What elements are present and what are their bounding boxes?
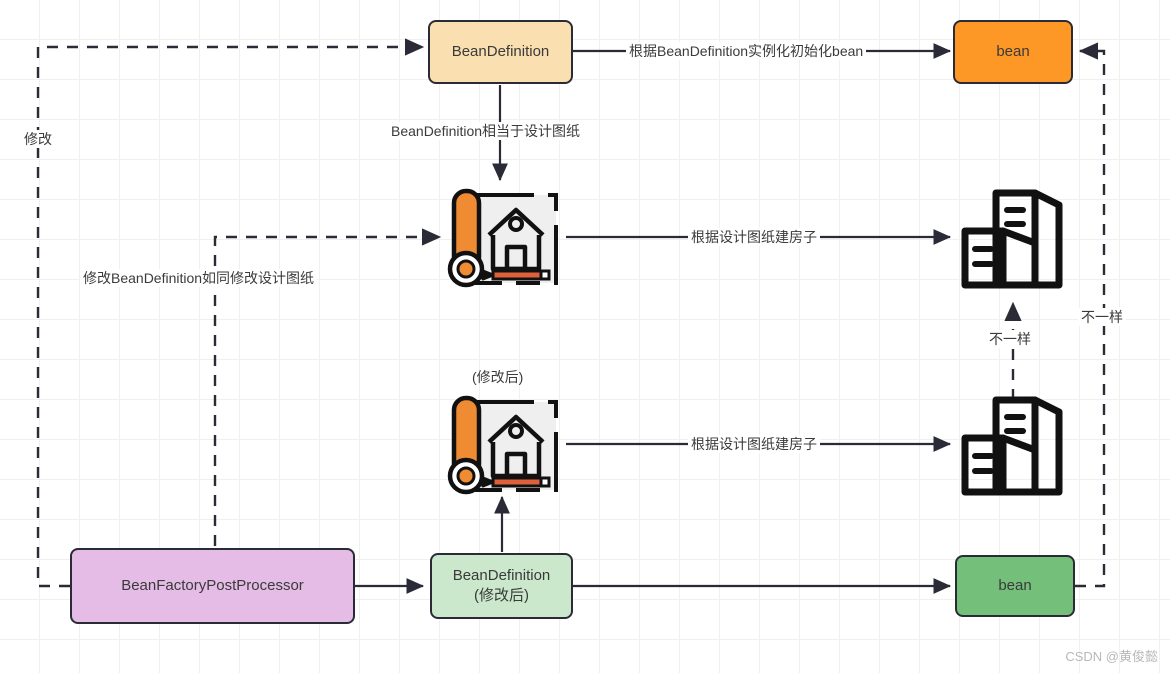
building-icon [955, 183, 1073, 295]
blueprint-icon [445, 183, 565, 291]
edge-label-blueprint-analogy: BeanDefinition相当于设计图纸 [388, 122, 584, 140]
edge-label-modify-blueprint-analogy: 修改BeanDefinition如同修改设计图纸 [80, 269, 318, 287]
diagram-canvas: BeanDefinition bean BeanFactoryPostProce… [0, 0, 1170, 673]
node-bean-factory-post-processor[interactable]: BeanFactoryPostProcessor [70, 548, 355, 624]
edge-label-build-house-bottom: 根据设计图纸建房子 [688, 435, 820, 453]
pencil-icon [481, 269, 551, 281]
blueprint-icon [445, 390, 565, 498]
watermark: CSDN @黄俊懿 [1065, 649, 1158, 664]
node-bean-definition-top[interactable]: BeanDefinition [428, 20, 573, 84]
node-label: BeanDefinition [451, 42, 550, 60]
node-bean-top[interactable]: bean [953, 20, 1073, 84]
pencil-icon [481, 476, 551, 488]
node-label: bean [998, 576, 1032, 594]
node-label: bean [996, 42, 1030, 60]
node-bean-definition-modified[interactable]: BeanDefinition (修改后) [430, 553, 573, 619]
edge-label-build-house-top: 根据设计图纸建房子 [688, 228, 820, 246]
node-bean-bottom[interactable]: bean [955, 555, 1075, 617]
edge-label-modify: 修改 [21, 130, 55, 148]
building-icon [955, 390, 1073, 502]
edge-label-different-inner: 不一样 [986, 330, 1034, 348]
node-label-line1: BeanDefinition [452, 566, 551, 584]
node-label: BeanFactoryPostProcessor [121, 576, 304, 594]
edge-label-different-outer: 不一样 [1078, 308, 1126, 326]
node-label-line2: (修改后) [474, 587, 529, 604]
edge-label-instantiate-bean: 根据BeanDefinition实例化初始化bean [626, 42, 867, 60]
label-modified-suffix: (修改后) [472, 369, 524, 385]
